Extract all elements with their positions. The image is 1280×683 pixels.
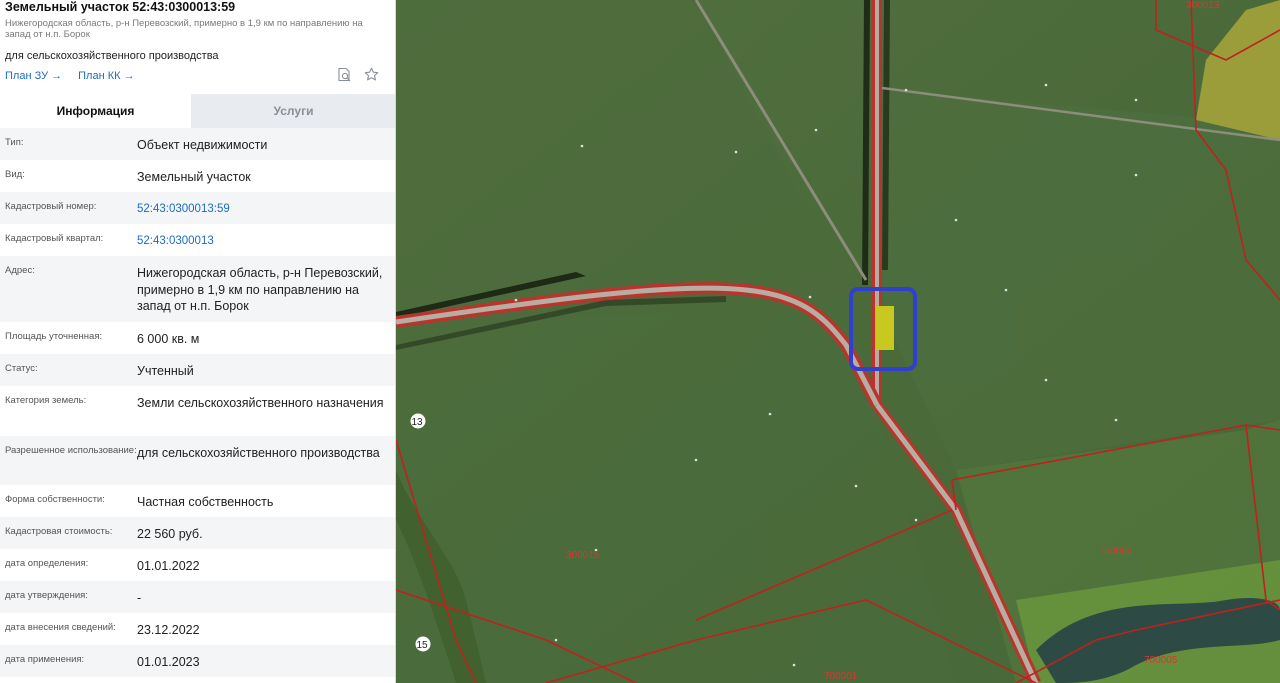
- row-application-date: дата применения: 01.01.2023: [0, 645, 395, 677]
- label-quarter-700005: 700005: [1144, 655, 1178, 666]
- label-quarter-300013: 300013: [1186, 0, 1220, 11]
- row-value: Учтенный: [137, 364, 194, 378]
- row-label: Кадастровый квартал:: [5, 233, 104, 244]
- row-determination-date: дата определения: 01.01.2022: [0, 549, 395, 581]
- row-cadastral-number: Кадастровый номер: 52:43:0300013:59: [0, 192, 395, 224]
- row-area: Площадь уточненная: 6 000 кв. м: [0, 322, 395, 354]
- info-panel: Земельный участок 52:43:0300013:59 Нижег…: [0, 0, 396, 683]
- row-cadastral-quarter: Кадастровый квартал: 52:43:0300013: [0, 224, 395, 256]
- row-value: Нижегородская область, р-н Перевозский, …: [137, 266, 383, 313]
- row-label: Разрешенное использование:: [5, 445, 137, 456]
- row-land-category: Категория земель: Земли сельскохозяйстве…: [0, 386, 395, 436]
- label-parcel-15: 15: [417, 640, 429, 651]
- label-parcel-13: 13: [412, 417, 424, 428]
- label-quarter-700002: 700002: [1099, 546, 1133, 557]
- plan-kk-link[interactable]: План КК →: [78, 70, 134, 82]
- row-value: Частная собственность: [137, 495, 274, 509]
- row-kind: Вид: Земельный участок: [0, 160, 395, 192]
- row-entry-date: дата внесения сведений: 23.12.2022: [0, 613, 395, 645]
- row-value: 22 560 руб.: [137, 527, 203, 541]
- row-value: Земли сельскохозяйственного назначения: [137, 396, 384, 410]
- row-value: 01.01.2022: [137, 559, 200, 573]
- panel-tabs: Информация Услуги: [0, 94, 395, 128]
- row-ownership: Форма собственности: Частная собственнос…: [0, 485, 395, 517]
- row-label: Вид:: [5, 169, 25, 180]
- row-label: дата внесения сведений:: [5, 622, 116, 633]
- row-address: Адрес: Нижегородская область, р-н Перево…: [0, 256, 395, 322]
- plan-links: План ЗУ → План КК →: [5, 70, 135, 82]
- plan-zu-link[interactable]: План ЗУ →: [5, 70, 62, 82]
- row-value: Объект недвижимости: [137, 138, 268, 152]
- row-value: 01.01.2023: [137, 655, 200, 669]
- row-type: Тип: Объект недвижимости: [0, 128, 395, 160]
- row-label: дата применения:: [5, 654, 85, 665]
- row-label: Статус:: [5, 363, 38, 374]
- info-table: Тип: Объект недвижимости Вид: Земельный …: [0, 128, 395, 677]
- row-label: Площадь уточненная:: [5, 331, 103, 342]
- star-icon[interactable]: [364, 67, 379, 82]
- row-label: Адрес:: [5, 265, 35, 276]
- cadastral-number-link[interactable]: 52:43:0300013:59: [137, 192, 395, 224]
- panel-actions: [337, 67, 379, 82]
- tab-information[interactable]: Информация: [0, 94, 191, 128]
- row-label: Кадастровая стоимость:: [5, 526, 113, 537]
- row-value: Земельный участок: [137, 170, 251, 184]
- row-value: 23.12.2022: [137, 623, 200, 637]
- object-address: Нижегородская область, р-н Перевозский, …: [5, 18, 363, 40]
- label-quarter-700001: 700001: [824, 671, 858, 682]
- label-quarter-300015: 300015: [566, 550, 600, 561]
- object-use: для сельскохозяйственного производства: [5, 50, 219, 62]
- tab-services[interactable]: Услуги: [191, 94, 395, 128]
- row-approval-date: дата утверждения: -: [0, 581, 395, 613]
- row-value: для сельскохозяйственного производства: [137, 446, 380, 460]
- row-status: Статус: Учтенный: [0, 354, 395, 386]
- row-label: Форма собственности:: [5, 494, 105, 505]
- row-value: 6 000 кв. м: [137, 332, 200, 346]
- row-label: Тип:: [5, 137, 24, 148]
- row-label: дата утверждения:: [5, 590, 88, 601]
- satellite-map[interactable]: 300013 300015 700002 700001 700005 13 15: [396, 0, 1280, 683]
- row-label: дата определения:: [5, 558, 89, 569]
- map-canvas[interactable]: 300013 300015 700002 700001 700005 13 15: [396, 0, 1280, 683]
- cadastral-quarter-link[interactable]: 52:43:0300013: [137, 224, 395, 256]
- row-label: Категория земель:: [5, 395, 87, 406]
- field-patch: [876, 90, 1280, 470]
- search-document-icon[interactable]: [337, 67, 352, 82]
- object-title: Земельный участок 52:43:0300013:59: [5, 0, 236, 14]
- row-value: -: [137, 591, 142, 605]
- row-label: Кадастровый номер:: [5, 201, 97, 212]
- parcel-52-43-0300013-59[interactable]: [876, 306, 894, 350]
- row-cadastral-cost: Кадастровая стоимость: 22 560 руб.: [0, 517, 395, 549]
- row-permitted-use: Разрешенное использование: для сельскохо…: [0, 436, 395, 485]
